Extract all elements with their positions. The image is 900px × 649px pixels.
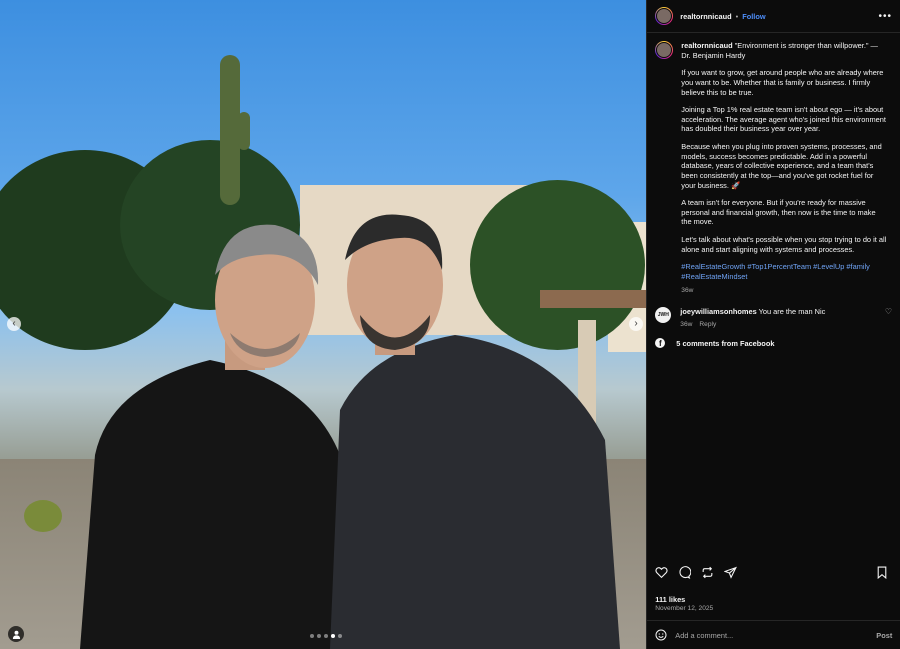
caption-paragraph: If you want to grow, get around people w…	[681, 68, 884, 97]
add-comment-input[interactable]: Add a comment...	[675, 631, 876, 640]
facebook-comments-label: 5 comments from Facebook	[676, 338, 775, 348]
post-photo[interactable]: ‹ ›	[0, 0, 647, 649]
carousel-next-button[interactable]: ›	[629, 317, 643, 331]
person-left	[80, 224, 350, 649]
action-bar	[647, 566, 900, 579]
carousel-prev-button[interactable]: ‹	[7, 317, 21, 331]
caption-paragraph: A team isn't for everyone. But if you're…	[681, 198, 876, 227]
carousel-dot-active	[331, 634, 335, 638]
commenter-username[interactable]: joeywilliamsonhomes	[680, 307, 756, 316]
caption-paragraph: Let's talk about what's possible when yo…	[681, 235, 887, 254]
carousel-dot	[317, 634, 321, 638]
caption-hashtags[interactable]: #RealEstateGrowth #Top1PercentTeam #Leve…	[681, 262, 887, 281]
facebook-comments-link[interactable]: f 5 comments from Facebook	[647, 328, 900, 358]
comment-icon[interactable]	[678, 566, 692, 579]
caption-paragraph: Because when you plug into proven system…	[681, 142, 882, 190]
carousel-dot	[324, 634, 328, 638]
carousel-indicator	[310, 634, 342, 638]
tagged-users-button[interactable]	[8, 626, 24, 642]
caption: realtornnicaud "Environment is stronger …	[647, 33, 900, 301]
avatar[interactable]	[655, 41, 674, 59]
post-date: November 12, 2025	[655, 605, 714, 612]
post-comment-button[interactable]: Post	[876, 631, 892, 640]
separator: •	[735, 11, 739, 21]
share-icon[interactable]	[701, 566, 714, 579]
follow-button[interactable]: Follow	[742, 12, 765, 21]
cactus-arm	[238, 112, 250, 150]
caption-username[interactable]: realtornnicaud	[681, 41, 732, 50]
comment-text: You are the man Nic	[758, 307, 826, 317]
avatar[interactable]	[655, 7, 674, 25]
post-dialog: ‹ › realtornnicaud • Follow ••• realtorn…	[0, 0, 900, 649]
user-icon	[12, 630, 20, 639]
send-icon[interactable]	[724, 566, 738, 579]
post-sidebar: realtornnicaud • Follow ••• realtornnica…	[646, 0, 900, 649]
commenter-avatar[interactable]: JWH	[655, 307, 672, 324]
add-comment-bar: Add a comment... Post	[647, 620, 900, 649]
likes-count[interactable]: 111 likes	[655, 595, 685, 604]
heart-icon[interactable]	[655, 566, 668, 579]
caption-age: 36w	[681, 286, 694, 294]
reply-button[interactable]: Reply	[699, 321, 716, 328]
comment-like-icon[interactable]: ♡	[885, 307, 892, 316]
comment-item: JWH joeywilliamsonhomes You are the man …	[647, 301, 900, 328]
more-options-button[interactable]: •••	[878, 11, 892, 22]
cactus	[220, 55, 240, 205]
comment-age: 36w	[680, 321, 693, 329]
facebook-icon: f	[655, 338, 666, 349]
carousel-dot	[310, 634, 314, 638]
caption-paragraph: Joining a Top 1% real estate team isn't …	[681, 105, 886, 134]
header-username[interactable]: realtornnicaud	[680, 12, 731, 21]
person-right	[330, 214, 620, 649]
bookmark-icon[interactable]	[876, 566, 888, 579]
carousel-dot	[338, 634, 342, 638]
barrel-cactus	[24, 500, 62, 532]
emoji-icon[interactable]	[655, 629, 667, 641]
post-header: realtornnicaud • Follow •••	[647, 0, 900, 33]
